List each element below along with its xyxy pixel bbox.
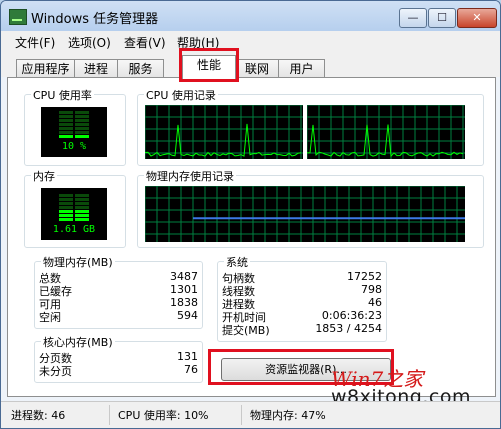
memory-usage-value: 1.61 GB [52,224,96,235]
cpu-usage-title: CPU 使用率 [31,87,94,103]
meter-segment [75,214,89,217]
meter-segment [75,123,89,126]
menu-bar: 文件(F) 选项(O) 查看(V) 帮助(H) [1,31,500,51]
memory-usage-title: 内存 [31,168,57,184]
system-commit-label: 提交(MB) [222,324,270,337]
meter-segment [75,194,89,197]
close-button[interactable]: ✕ [457,8,497,28]
meter-segment [75,206,89,209]
meter-segment [75,202,89,205]
meter-segment [59,127,73,130]
system-processes-value: 46 [368,296,382,309]
cpu-history-graph-core-1 [145,105,303,159]
tab-networking[interactable]: 联网 [235,59,279,78]
meter-segment [59,119,73,122]
status-physical-memory: 物理内存: 47% [250,409,326,422]
title-bar[interactable]: Windows 任务管理器 — ☐ ✕ [1,1,500,31]
task-manager-icon [9,9,27,25]
status-separator [109,405,110,425]
cpu-history-core-1-plot [145,105,303,159]
window-title: Windows 任务管理器 [31,12,159,27]
meter-segment [59,194,73,197]
kernel-memory-paged-value: 131 [177,350,198,363]
meter-segment [75,111,89,114]
meter-segment [59,198,73,201]
cpu-usage-value: 10 % [61,141,87,152]
cpu-history-group: CPU 使用记录 [137,87,484,166]
physical-memory-cached-value: 1301 [170,283,198,296]
system-commit-value: 1853 / 4254 [315,322,382,335]
highlight-box-performance-tab [179,48,239,82]
status-bar: 进程数: 46 CPU 使用率: 10% 物理内存: 47% [1,401,500,428]
task-manager-window: Windows 任务管理器 — ☐ ✕ 文件(F) 选项(O) 查看(V) 帮助… [0,0,501,429]
system-uptime-value: 0:06:36:23 [321,309,382,322]
meter-segment [59,202,73,205]
meter-segment [59,218,73,221]
tab-strip: 应用程序 进程 服务 性能 联网 用户 [1,51,500,79]
physical-memory-available-value: 1838 [170,296,198,309]
memory-history-graph [145,186,465,242]
meter-segment [59,131,73,134]
meter-segment [59,214,73,217]
kernel-memory-title: 核心内存(MB) [41,334,115,350]
physical-memory-title: 物理内存(MB) [41,254,115,270]
memory-history-title: 物理内存使用记录 [144,168,236,184]
kernel-memory-nonpaged-label: 未分页 [39,365,72,378]
system-title: 系统 [224,254,250,270]
status-cpu-usage: CPU 使用率: 10% [118,409,209,422]
meter-segment [59,123,73,126]
meter-segment [59,210,73,213]
meter-segment [75,198,89,201]
system-group: 系统 句柄数 17252 线程数 798 进程数 46 开机时间 0:06:36… [217,254,387,342]
tab-users[interactable]: 用户 [278,59,325,78]
cpu-history-graph-core-2 [307,105,465,159]
maximize-button[interactable]: ☐ [428,8,456,28]
meter-segment [59,135,73,138]
kernel-memory-nonpaged-value: 76 [184,363,198,376]
meter-segment [75,210,89,213]
meter-segment [59,115,73,118]
physical-memory-free-value: 594 [177,309,198,322]
physical-memory-total-value: 3487 [170,270,198,283]
meter-segment [59,111,73,114]
system-handles-value: 17252 [347,270,382,283]
menu-view[interactable]: 查看(V) [124,34,166,51]
tab-applications[interactable]: 应用程序 [16,59,75,78]
cpu-history-core-2-plot [307,105,465,159]
memory-history-plot [145,186,465,242]
menu-file[interactable]: 文件(F) [15,34,55,51]
system-threads-value: 798 [361,283,382,296]
meter-segment [75,218,89,221]
status-processes: 进程数: 46 [11,409,66,422]
memory-usage-meter: 1.61 GB [41,188,107,240]
cpu-usage-meter: 10 % [41,107,107,157]
status-separator [241,405,242,425]
memory-history-group: 物理内存使用记录 [137,168,484,248]
minimize-button[interactable]: — [399,8,427,28]
cpu-history-title: CPU 使用记录 [144,87,218,103]
meter-segment [75,131,89,134]
memory-usage-group: 内存 1.61 GB [24,168,126,248]
physical-memory-free-label: 空闲 [39,311,61,324]
tab-services[interactable]: 服务 [117,59,164,78]
meter-segment [75,119,89,122]
kernel-memory-group: 核心内存(MB) 分页数 131 未分页 76 [34,334,203,383]
tab-processes[interactable]: 进程 [74,59,118,78]
menu-options[interactable]: 选项(O) [68,34,111,51]
meter-segment [75,115,89,118]
meter-segment [75,135,89,138]
physical-memory-group: 物理内存(MB) 总数 3487 已缓存 1301 可用 1838 空闲 594 [34,254,203,329]
cpu-usage-group: CPU 使用率 10 % [24,87,126,166]
meter-segment [59,206,73,209]
meter-segment [75,127,89,130]
